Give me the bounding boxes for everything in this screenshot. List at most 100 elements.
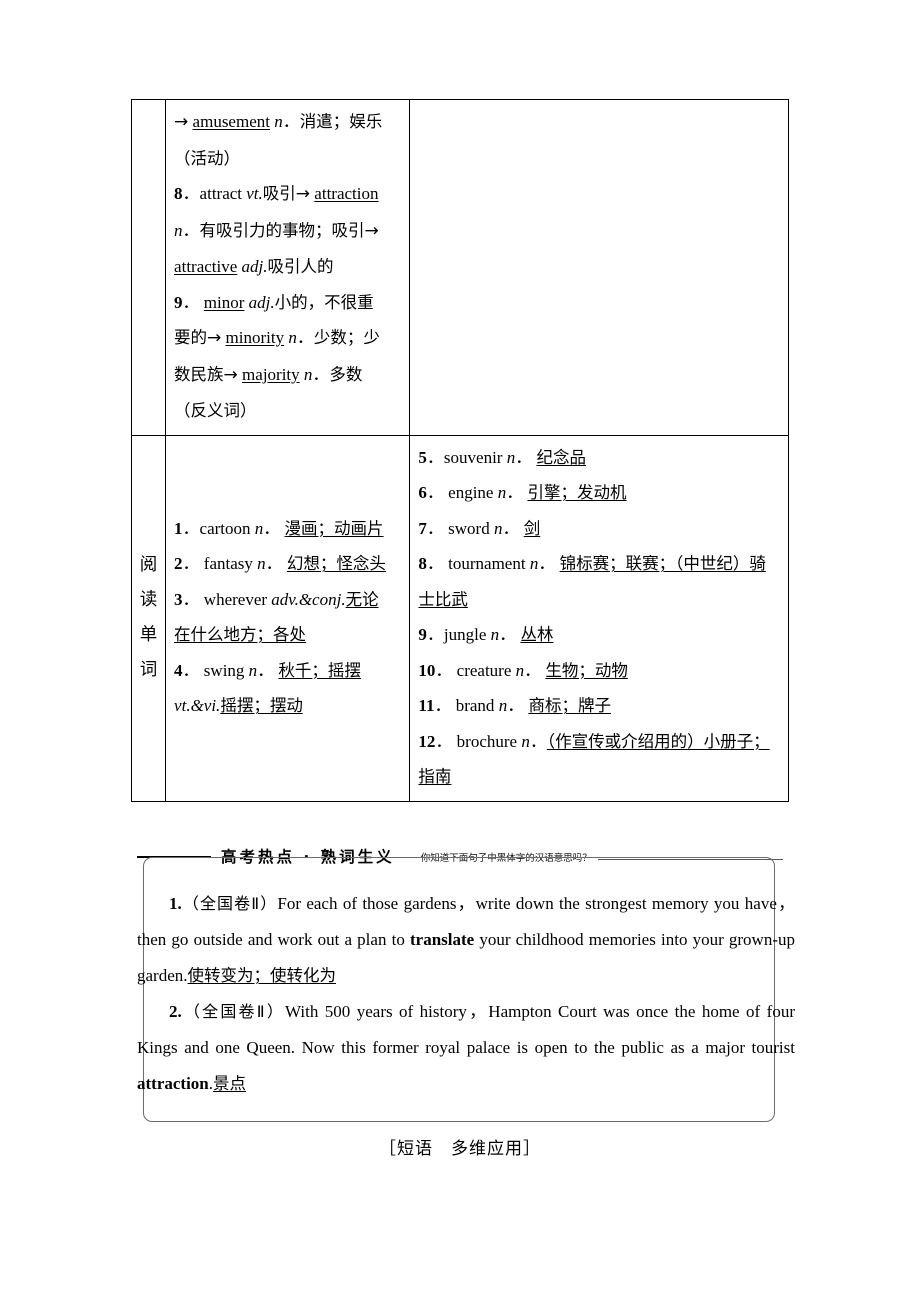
entry-number: 11 — [418, 696, 435, 715]
arrow-icon: → — [223, 364, 238, 385]
definition: 无论 — [345, 589, 379, 609]
arrow-icon: → — [207, 328, 222, 348]
pos-label: n — [515, 660, 525, 680]
list-item: 11． brand n． 商标；牌子 — [418, 696, 611, 715]
list-item: 5．souvenir n． 纪念品 — [418, 447, 586, 467]
pos-label: n — [498, 696, 508, 715]
table-row: → amusement n．消遣；娱乐 （活动） 8．attract vt.吸引… — [130, 99, 789, 436]
pos-label: n — [521, 731, 530, 751]
pos-label: vt.&vi. — [174, 696, 221, 715]
entry-attractive: attractive adj.吸引人的 — [174, 249, 409, 285]
arrow-icon: → — [295, 184, 311, 204]
entry-number: 1 — [174, 518, 183, 538]
definition: 少数；少 — [313, 328, 380, 347]
word: wherever — [203, 589, 268, 609]
entry-number: 12 — [418, 731, 436, 751]
definition: 剑 — [523, 518, 541, 538]
entry-minor: 9． minor adj.小的，不很重 — [174, 292, 374, 312]
word: jungle — [443, 625, 487, 644]
example-keyword: attraction — [137, 1074, 209, 1093]
entry-attract-line2: n．有吸引力的事物；吸引→ — [174, 220, 379, 241]
list-item: 7． sword n． 剑 — [418, 518, 541, 538]
row1-right-cell-empty — [409, 99, 789, 436]
arrow-icon: → — [364, 220, 379, 241]
list-item: 12． brochure n．（作宣传或介绍用的）小册子； — [418, 731, 770, 751]
pos-label: n — [257, 554, 266, 573]
example-source: （全国卷Ⅱ） — [181, 894, 278, 913]
example-source: （全国卷Ⅱ） — [181, 1002, 286, 1021]
entry-amusement: → amusement n．消遣；娱乐 — [174, 112, 383, 132]
entry-minority: 要的→ minority n．少数；少 — [174, 328, 380, 348]
definition: 有吸引力的事物；吸引 — [199, 220, 365, 240]
pos-label: n — [174, 220, 183, 240]
entry-attract: 8．attract vt.吸引→ attraction — [174, 184, 379, 204]
definition: 秋千；摇摆 — [278, 660, 361, 680]
pos-label: adj. — [241, 257, 268, 276]
definition: 吸引 — [262, 184, 296, 203]
list-item: 2． fantasy n． 幻想；怪念头 — [174, 554, 386, 573]
definition: 摇摆；摆动 — [220, 696, 303, 715]
entry-number: 6 — [418, 483, 427, 502]
list-item: 3． wherever adv.&conj.无论 — [174, 589, 379, 609]
pos-label: n — [506, 447, 516, 467]
list-item-cont: 士比武 — [418, 589, 468, 609]
word-majority: majority — [242, 364, 300, 384]
pos-label: n — [497, 483, 507, 502]
entry-number: 2 — [174, 554, 183, 573]
table-row: 阅 读 单 词 1．cartoon n． 漫画；动画片 2． fantasy n… — [130, 434, 789, 802]
word-attract: attract — [199, 184, 243, 203]
list-item: 1．cartoon n． 漫画；动画片 — [174, 518, 384, 538]
entry-number: 4 — [174, 660, 183, 680]
definition: 锦标赛；联赛；（中世纪）骑 — [559, 554, 766, 573]
section-title-phrases: ［短语 多维应用］ — [379, 1139, 541, 1159]
word: brand — [455, 696, 495, 715]
definition: 丛林 — [520, 625, 554, 644]
pos-label: n — [529, 554, 539, 573]
definition: 生物；动物 — [545, 660, 628, 680]
list-item-cont: 在什么地方；各处 — [174, 625, 307, 644]
entry-majority-note: （反义词） — [174, 401, 257, 420]
word: sword — [448, 518, 490, 538]
word-attractive: attractive — [174, 257, 238, 276]
label-char: 词 — [139, 660, 158, 680]
word: engine — [448, 483, 494, 502]
word: tournament — [448, 554, 526, 573]
row-label-cell-empty — [130, 99, 167, 436]
definition: 吸引人的 — [267, 257, 334, 276]
definition-cont: 数民族 — [174, 364, 224, 384]
definition: 幻想；怪念头 — [286, 554, 386, 573]
list-item-cont: vt.&vi.摇摆；摆动 — [174, 688, 409, 724]
row1-left-cell: → amusement n．消遣；娱乐 （活动） 8．attract vt.吸引… — [165, 99, 411, 436]
list-item: 10． creature n． 生物；动物 — [418, 660, 628, 680]
pos-label: vt. — [246, 184, 263, 203]
word-attraction: attraction — [314, 184, 379, 203]
arrow-icon: → — [174, 112, 189, 132]
word: fantasy — [203, 554, 253, 573]
example-answer: 使转变为；使转化为 — [187, 966, 337, 985]
example-item-2: 2.（全国卷Ⅱ）With 500 years of history，Hampto… — [137, 994, 795, 1102]
pos-label: adv.&conj. — [271, 589, 346, 609]
list-item-cont: 指南 — [418, 767, 452, 786]
row2-right-cell: 5．souvenir n． 纪念品 6． engine n． 引擎；发动机 7．… — [409, 434, 789, 802]
label-char: 读 — [139, 590, 158, 610]
examples-list: 1.（全国卷Ⅱ）For each of those gardens，write … — [137, 886, 795, 1102]
definition: （作宣传或介绍用的）小册子； — [546, 731, 770, 751]
entry-number: 5 — [418, 447, 427, 467]
entry-number: 8 — [174, 184, 183, 203]
entry-majority: 数民族→ majority n．多数 — [174, 364, 363, 385]
label-char: 阅 — [139, 555, 158, 575]
vocabulary-table: → amusement n．消遣；娱乐 （活动） 8．attract vt.吸引… — [130, 99, 789, 802]
pos-label: n — [303, 364, 313, 384]
word-minority: minority — [225, 328, 285, 347]
definition: 引擎；发动机 — [527, 483, 627, 502]
entry-number: 9 — [174, 292, 183, 312]
definition: 漫画；动画片 — [284, 518, 384, 538]
entry-number: 7 — [418, 518, 427, 538]
word: brochure — [456, 731, 518, 751]
label-char: 单 — [139, 625, 158, 645]
entry-number: 10 — [418, 660, 436, 680]
word: creature — [456, 660, 512, 680]
list-item: 8． tournament n． 锦标赛；联赛；（中世纪）骑 — [418, 554, 766, 573]
entry-number: 3 — [174, 589, 183, 609]
example-number: 1. — [169, 894, 182, 913]
